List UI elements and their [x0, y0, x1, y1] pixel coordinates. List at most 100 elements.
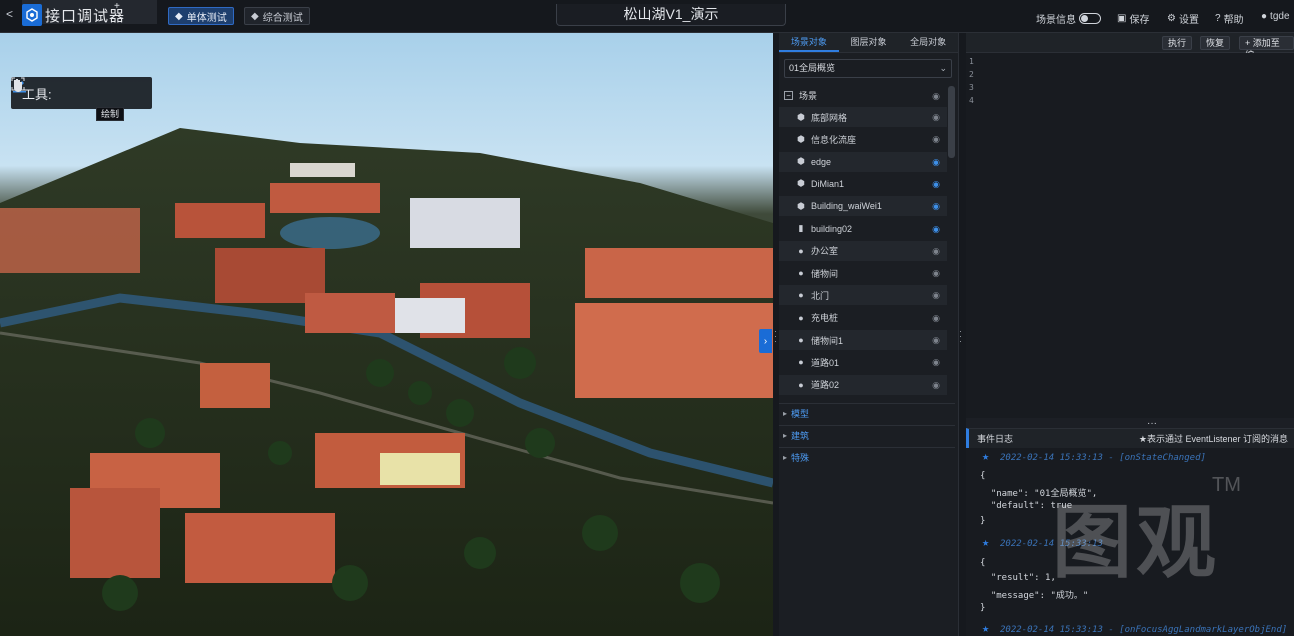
tab-global-objects[interactable]: 全局对象: [898, 33, 958, 52]
focus-tool-icon[interactable]: [11, 77, 79, 102]
chevron-right-icon: ›: [763, 335, 768, 347]
star-icon: ★: [982, 621, 990, 635]
tree-item-label: 办公室: [811, 246, 839, 257]
eye-icon[interactable]: ◉: [932, 246, 940, 257]
save-button[interactable]: ▣ 保存: [1117, 11, 1149, 26]
pin-icon: ●: [798, 245, 804, 256]
line-number: 4: [969, 96, 974, 105]
log-line: {: [980, 558, 986, 568]
building-icon: ▮: [798, 223, 804, 233]
mode-single-test-button[interactable]: ◆ 单体测试: [168, 7, 234, 25]
app-title: 接口调试器: [45, 8, 126, 25]
splitter-handle-icon[interactable]: · · ·: [959, 327, 962, 346]
tree-item[interactable]: ⬢ 底部网格 ◉: [779, 107, 947, 127]
restore-button[interactable]: 恢复: [1200, 36, 1231, 50]
user-menu[interactable]: ● tgde: [1261, 11, 1290, 22]
tree-item[interactable]: ⬢ Building_waiWei1 ◉: [779, 196, 947, 217]
eye-icon[interactable]: ◉: [932, 335, 940, 346]
settings-label: 设置: [1178, 15, 1199, 26]
eye-icon[interactable]: ◉: [932, 268, 940, 279]
pin-icon: ●: [798, 290, 804, 301]
tab-layer-objects[interactable]: 图层对象: [839, 33, 899, 52]
help-button[interactable]: ? 帮助: [1215, 11, 1244, 26]
group-special[interactable]: ▸ 特殊: [779, 447, 955, 467]
eye-icon[interactable]: ◉: [932, 313, 940, 324]
eye-icon[interactable]: ◉: [932, 290, 940, 301]
eye-icon[interactable]: ◉: [932, 134, 940, 145]
tab-scene-objects[interactable]: 场景对象: [779, 33, 839, 52]
star-icon: ★: [982, 535, 990, 549]
hand-tool-icon[interactable]: [14, 79, 148, 102]
tree-item[interactable]: ▮ building02 ◉: [779, 219, 947, 239]
cube-icon: ⬢: [797, 111, 805, 122]
add-to-integrated-button[interactable]: + 添加至综: [1239, 36, 1294, 60]
settings-button[interactable]: ⚙ 设置: [1167, 11, 1199, 26]
tree-item-label: 道路01: [811, 357, 840, 368]
star-icon: ★: [982, 449, 990, 463]
group-models[interactable]: ▸ 模型: [779, 403, 955, 423]
back-button[interactable]: <: [6, 7, 13, 21]
eye-icon[interactable]: ◉: [932, 201, 940, 212]
help-label: 帮助: [1223, 15, 1244, 26]
tree-item[interactable]: ⬢ 信息化流座 ◉: [779, 129, 947, 149]
mode-label: 单体测试: [186, 12, 227, 24]
code-toolbar: 执行 恢复 + 添加至综: [966, 33, 1294, 60]
collapse-icon[interactable]: −: [784, 91, 793, 100]
frame-select-tool-icon[interactable]: [11, 77, 102, 102]
mode-icon: ◆: [251, 10, 259, 22]
pin-icon: ●: [798, 268, 804, 279]
scene-title: 松山湖V1_演示: [556, 4, 786, 26]
tree-root[interactable]: − 场景 ◉: [779, 86, 947, 105]
lake: [280, 217, 380, 249]
save-label: 保存: [1129, 15, 1150, 26]
eye-icon[interactable]: ◉: [932, 157, 940, 168]
eye-icon[interactable]: ◉: [932, 357, 940, 368]
panel-collapse-button[interactable]: ›: [759, 329, 772, 353]
app-logo-icon: [22, 4, 42, 26]
gear-icon: ⚙: [1167, 13, 1176, 24]
tree-item[interactable]: ● 办公室 ◉: [779, 240, 947, 261]
top-bar: < 接口调试器 + ◆ 单体测试 ◆ 综合测试 松山湖V1_演示 场景信息 ▣ 保存 …: [0, 0, 1294, 33]
draw-tooltip: 绘制: [96, 107, 124, 121]
eye-icon[interactable]: ◉: [932, 112, 940, 123]
title-plus-icon: +: [114, 1, 120, 12]
code-editor[interactable]: [966, 53, 1294, 418]
group-buildings[interactable]: ▸ 建筑: [779, 425, 955, 445]
log-line: {: [980, 471, 986, 481]
watermark-tm: TM: [1212, 474, 1241, 496]
mode-integrated-test-button[interactable]: ◆ 综合测试: [244, 7, 310, 25]
eye-icon[interactable]: ◉: [932, 380, 940, 391]
event-log-hint: ★表示通过 EventListener 订阅的消息: [1138, 434, 1288, 444]
chevron-down-icon: ⌄: [939, 63, 947, 73]
tree-item-label: DiMian1: [811, 178, 845, 189]
log-entry-time: 2022-02-14 15:33:13 - [onFocusAggLandmar…: [1000, 625, 1288, 635]
tree-item[interactable]: ⬢ DiMian1 ◉: [779, 174, 947, 194]
splitter-handle-icon[interactable]: · · ·: [774, 327, 777, 346]
tree-item[interactable]: ● 北门 ◉: [779, 285, 947, 306]
chevron-right-icon: ▸: [783, 453, 788, 462]
scene-select[interactable]: 01全局概览 ⌄: [784, 59, 952, 78]
tree-item[interactable]: ● 道路02 ◉: [779, 374, 947, 395]
save-icon: ▣: [1117, 13, 1127, 24]
tree-item[interactable]: ● 道路01 ◉: [779, 352, 947, 372]
tree-item[interactable]: ● 充电桩 ◉: [779, 308, 947, 328]
tree-item[interactable]: ● 储物间1 ◉: [779, 330, 947, 350]
tree-item[interactable]: ⬢ edge ◉: [779, 151, 947, 172]
tree-item-label: Building_waiWei1: [811, 201, 882, 212]
help-icon: ?: [1215, 13, 1221, 24]
user-label: tgde: [1270, 11, 1290, 22]
cube-icon: ⬢: [797, 133, 805, 144]
tree-scrollbar[interactable]: [948, 86, 955, 158]
tree-item[interactable]: ● 储物间 ◉: [779, 263, 947, 283]
run-button[interactable]: 执行: [1162, 36, 1193, 50]
scene-select-value: 01全局概览: [789, 63, 836, 73]
eye-icon[interactable]: ◉: [932, 179, 940, 190]
eye-icon[interactable]: ◉: [932, 224, 940, 235]
scene-info-toggle[interactable]: 场景信息: [1036, 11, 1101, 26]
draw-tool-icon[interactable]: [13, 81, 125, 102]
eye-icon[interactable]: ◉: [932, 91, 940, 102]
log-line: }: [980, 516, 986, 526]
3d-viewport[interactable]: 工具: 绘制 ›: [0, 33, 773, 636]
user-icon: ●: [1261, 11, 1268, 22]
toggle-switch[interactable]: [1079, 13, 1101, 24]
